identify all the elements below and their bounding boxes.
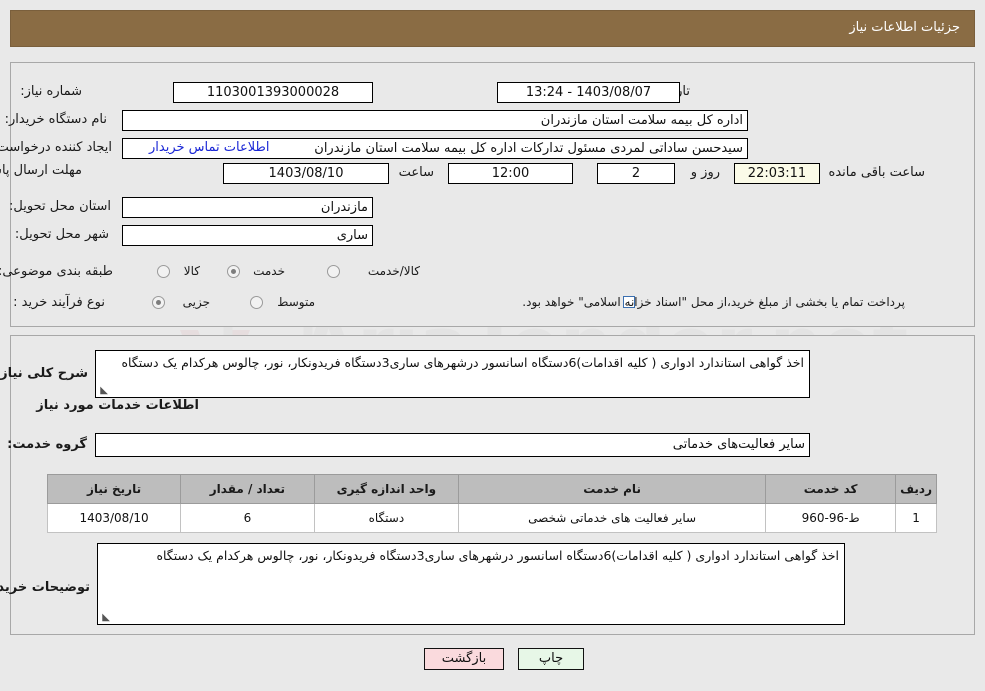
col-service-code: کد خدمت bbox=[765, 474, 897, 504]
resize-grip-icon-notes: ◣ bbox=[102, 612, 110, 623]
hour-label: ساعت bbox=[398, 165, 434, 180]
deadline-time-value: 12:00 bbox=[448, 163, 573, 184]
table-header-row: ردیف کد خدمت نام خدمت واحد اندازه گیری ت… bbox=[46, 474, 937, 504]
page-root: AriaTender.net جزئیات اطلاعات نیاز شماره… bbox=[0, 0, 985, 691]
buyer-notes-text: اخذ گواهی استاندارد ادواری ( کلیه اقداما… bbox=[156, 548, 839, 563]
cell-row: 1 bbox=[895, 503, 937, 533]
cell-service-name: سایر فعالیت های خدماتی شخصی bbox=[458, 503, 767, 533]
buyer-org-label: نام دستگاه خریدار: bbox=[4, 112, 107, 127]
table-row: 1 ط-96-960 سایر فعالیت های خدماتی شخصی د… bbox=[46, 503, 937, 533]
delivery-province-value: مازندران bbox=[122, 197, 373, 218]
deadline-label: مهلت ارسال پاسخ: تا تاریخ: bbox=[0, 163, 82, 179]
radio-category-goods-label: کالا bbox=[183, 264, 200, 278]
remaining-days-value: 2 bbox=[597, 163, 675, 184]
radio-process-medium-label: متوسط bbox=[277, 295, 315, 309]
col-quantity: تعداد / مقدار bbox=[180, 474, 315, 504]
services-table: ردیف کد خدمت نام خدمت واحد اندازه گیری ت… bbox=[46, 474, 937, 533]
radio-process-minor[interactable] bbox=[152, 296, 165, 309]
buyer-notes-textarea[interactable]: اخذ گواهی استاندارد ادواری ( کلیه اقداما… bbox=[97, 543, 845, 625]
buyer-contact-link[interactable]: اطلاعات تماس خریدار bbox=[149, 140, 269, 155]
cell-quantity: 6 bbox=[180, 503, 315, 533]
need-number-value: 1103001393000028 bbox=[173, 82, 373, 103]
col-row: ردیف bbox=[895, 474, 937, 504]
radio-category-goods-service-label: کالا/خدمت bbox=[367, 264, 420, 278]
delivery-city-label: شهر محل تحویل: bbox=[14, 227, 109, 242]
radio-category-service-label: خدمت bbox=[253, 264, 285, 278]
radio-process-minor-label: جزیی bbox=[182, 295, 210, 309]
resize-grip-icon: ◣ bbox=[100, 385, 108, 396]
radio-process-medium[interactable] bbox=[250, 296, 263, 309]
page-header-bar: جزئیات اطلاعات نیاز bbox=[10, 10, 975, 47]
cell-unit: دستگاه bbox=[313, 503, 460, 533]
process-type-label: نوع فرآیند خرید : bbox=[13, 295, 105, 310]
days-label: روز و bbox=[690, 165, 720, 180]
treasury-bond-note: پرداخت تمام یا بخشی از مبلغ خرید،از محل … bbox=[522, 295, 905, 309]
countdown-label: ساعت باقی مانده bbox=[828, 165, 925, 180]
delivery-province-label: استان محل تحویل: bbox=[9, 199, 111, 214]
announcement-datetime-value: 1403/08/07 - 13:24 bbox=[497, 82, 680, 103]
radio-category-goods-service[interactable] bbox=[327, 265, 340, 278]
need-summary-label: شرح کلی نیاز: bbox=[0, 366, 88, 381]
col-unit: واحد اندازه گیری bbox=[313, 474, 460, 504]
service-group-label: گروه خدمت: bbox=[7, 437, 87, 452]
delivery-city-value: ساری bbox=[122, 225, 373, 246]
print-button[interactable]: چاپ bbox=[518, 648, 584, 670]
buyer-org-value: اداره کل بیمه سلامت استان مازندران bbox=[122, 110, 748, 131]
cell-need-date: 1403/08/10 bbox=[46, 503, 182, 533]
page-title: جزئیات اطلاعات نیاز bbox=[849, 20, 960, 35]
buyer-notes-label: توضیحات خریدار: bbox=[0, 580, 90, 595]
back-button[interactable]: بازگشت bbox=[424, 648, 504, 670]
need-info-panel bbox=[10, 62, 975, 327]
radio-category-service[interactable] bbox=[227, 265, 240, 278]
requester-label: ایجاد کننده درخواست: bbox=[0, 140, 112, 155]
need-summary-text: اخذ گواهی استاندارد ادواری ( کلیه اقداما… bbox=[121, 355, 804, 370]
need-summary-textarea[interactable]: اخذ گواهی استاندارد ادواری ( کلیه اقداما… bbox=[95, 350, 810, 398]
deadline-label-text: مهلت ارسال پاسخ: تا تاریخ: bbox=[0, 163, 82, 178]
cell-service-code: ط-96-960 bbox=[765, 503, 897, 533]
category-label: طبقه بندی موضوعی: bbox=[0, 264, 113, 279]
countdown-timer-value: 22:03:11 bbox=[734, 163, 820, 184]
col-service-name: نام خدمت bbox=[458, 474, 767, 504]
col-need-date: تاریخ نیاز bbox=[46, 474, 182, 504]
services-heading: اطلاعات خدمات مورد نیاز bbox=[36, 398, 199, 413]
service-group-value: سایر فعالیت‌های خدماتی bbox=[95, 433, 810, 457]
need-number-label: شماره نیاز: bbox=[20, 84, 82, 99]
radio-category-goods[interactable] bbox=[157, 265, 170, 278]
deadline-date-value: 1403/08/10 bbox=[223, 163, 389, 184]
